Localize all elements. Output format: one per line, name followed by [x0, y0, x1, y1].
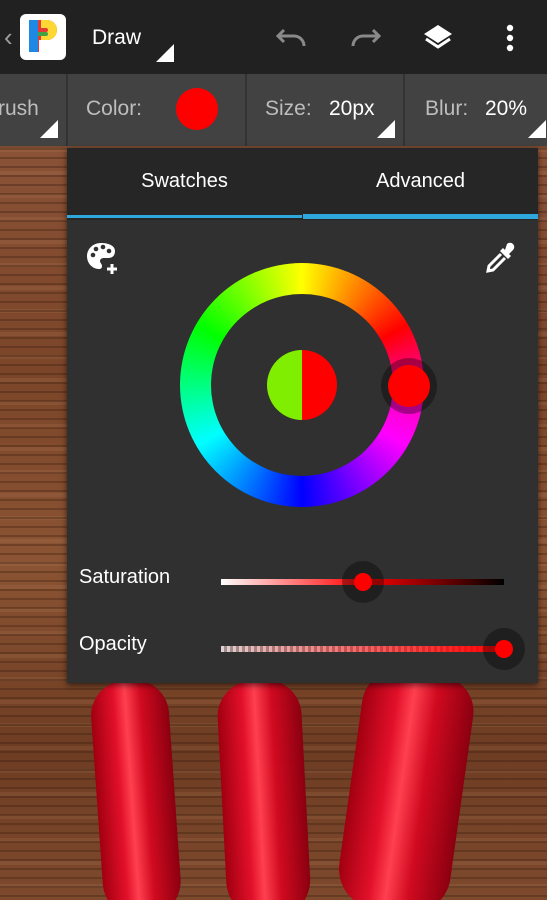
tab-advanced[interactable]: Advanced [303, 148, 538, 214]
brush-selector[interactable]: rush [0, 97, 39, 121]
palette-add-icon[interactable] [85, 240, 121, 276]
dropdown-corner-indicator [156, 44, 174, 62]
pepper-middle [215, 677, 313, 900]
active-tab-indicator [303, 214, 538, 219]
overflow-menu-icon[interactable] [490, 18, 530, 58]
tab-swatches[interactable]: Swatches [67, 148, 302, 214]
divider [403, 74, 405, 146]
chevron-left-icon[interactable]: ‹ [4, 22, 13, 53]
app-bar: ‹ Draw [0, 0, 547, 74]
mode-dropdown-title[interactable]: Draw [92, 26, 141, 50]
brush-dropdown-corner [40, 120, 58, 138]
tool-options-bar: rush Color: Size: 20px Blur: 20% [0, 74, 547, 146]
current-color-swatch[interactable] [176, 88, 218, 130]
blur-label: Blur: [425, 97, 469, 120]
layers-icon[interactable] [418, 18, 458, 58]
eyedropper-icon[interactable] [483, 240, 519, 276]
saturation-label: Saturation [79, 566, 171, 588]
size-value[interactable]: 20px [329, 97, 375, 121]
opacity-slider-track[interactable] [221, 646, 504, 652]
opacity-slider-knob[interactable] [495, 640, 513, 658]
opacity-label: Opacity [79, 633, 147, 655]
color-panel-tabs: Swatches Advanced [67, 148, 538, 220]
size-dropdown-corner [377, 120, 395, 138]
redo-icon[interactable] [345, 18, 385, 58]
divider [66, 74, 68, 146]
divider [245, 74, 247, 146]
size-label: Size: [265, 97, 312, 120]
blur-value[interactable]: 20% [485, 97, 527, 121]
tab-underline [67, 215, 302, 218]
undo-icon[interactable] [272, 18, 312, 58]
hue-handle[interactable] [388, 365, 430, 407]
blur-dropdown-corner [528, 120, 546, 138]
photoshop-touch-icon[interactable] [20, 14, 66, 60]
color-label: Color: [86, 97, 143, 120]
color-picker-panel: Swatches Advanced Saturation Opacity [67, 148, 538, 683]
saturation-slider-knob[interactable] [353, 573, 372, 591]
